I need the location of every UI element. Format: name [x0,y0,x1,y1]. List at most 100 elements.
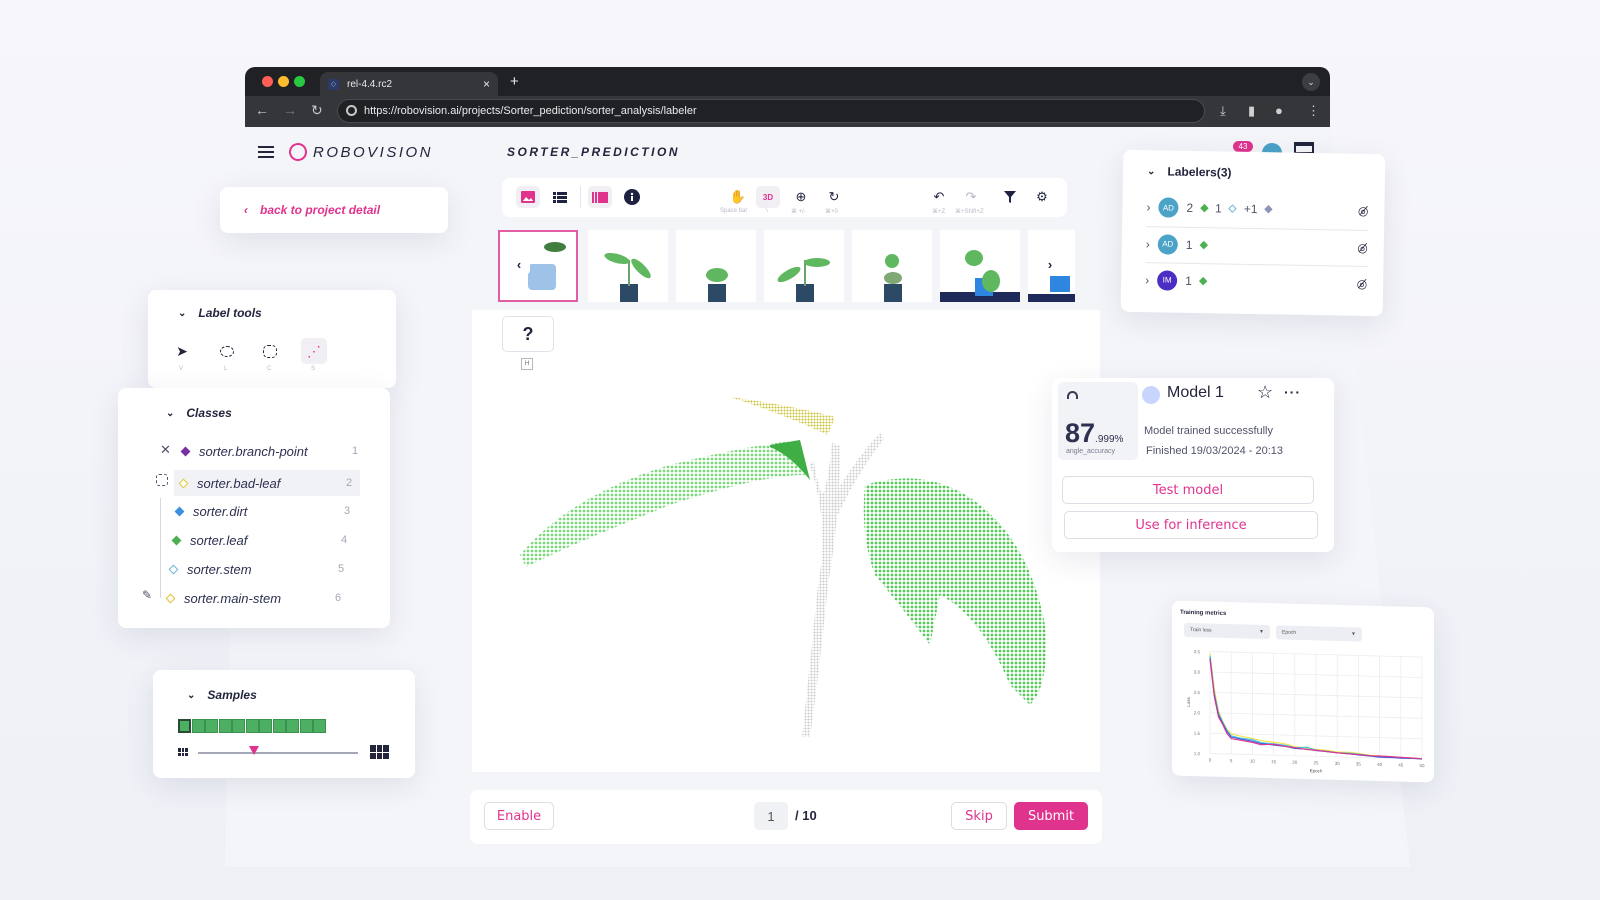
sample-cell[interactable] [245,719,259,733]
sample-cell[interactable] [272,719,286,733]
grid-small-icon[interactable] [178,748,188,756]
plant-point-cloud[interactable] [510,385,1060,745]
training-metrics-card: Training metrics Train loss ▼ Epoch ▼ 1.0 1… [1172,600,1434,783]
axis-select[interactable]: Epoch ▼ [1276,625,1362,642]
forward-arrow-icon[interactable]: → [283,102,297,118]
sample-cell[interactable] [313,719,326,733]
reload-icon[interactable]: ↻ [311,102,323,119]
rotate-3d-button[interactable]: 3D [756,186,780,208]
class-item[interactable]: sorter.dirt 3 [174,498,356,524]
close-icon[interactable]: ✕ [160,442,171,458]
sidepanel-icon[interactable]: ▮ [1248,103,1255,119]
labeler-row[interactable]: › IM 1 ◎̸ [1144,262,1368,300]
label-tools-header[interactable]: ⌄ Label tools [178,306,262,320]
select-tool[interactable]: ➤ [169,338,195,364]
labeler-row[interactable]: › AD 1 ◎̸ [1145,226,1369,265]
filter-button[interactable] [998,186,1022,208]
image-view-button[interactable] [516,186,540,208]
sample-cell[interactable] [259,719,272,733]
help-button[interactable]: ? [502,316,554,352]
grid-large-icon[interactable] [370,745,389,759]
star-icon[interactable]: ☆ [1257,382,1273,403]
sample-cell[interactable] [178,719,191,733]
page-number-input[interactable] [754,802,788,830]
cloud-select-tool[interactable] [257,338,283,364]
test-model-button[interactable]: Test model [1062,476,1314,504]
submit-button[interactable]: Submit [1014,802,1088,830]
kebab-menu-icon[interactable]: ⋮ [1307,103,1320,119]
thumbnail[interactable] [676,230,756,302]
chevron-down-icon: ⌄ [187,689,196,701]
more-options-icon[interactable]: ··· [1284,384,1301,400]
redo-button[interactable]: ↷ [959,186,983,208]
slider-thumb[interactable] [249,746,259,755]
thumbnail[interactable] [852,230,932,302]
class-item[interactable]: sorter.stem 5 [168,556,350,582]
sample-cell[interactable] [286,719,299,733]
back-arrow-icon[interactable]: ← [255,102,269,118]
thumbnails-prev-button[interactable]: ‹ [508,253,530,275]
tab-close-icon[interactable]: × [483,77,490,91]
class-item[interactable]: sorter.leaf 4 [171,527,353,553]
sample-size-slider[interactable] [198,752,358,754]
download-icon[interactable]: ⤓ [1220,103,1226,119]
class-color-icon [1228,204,1238,213]
hamburger-menu-icon[interactable] [258,146,274,158]
cloud-select-icon [263,344,277,358]
thumbnail[interactable] [764,230,844,302]
use-for-inference-button[interactable]: Use for inference [1064,511,1318,539]
class-color-icon [171,535,182,545]
browser-tab[interactable]: ◇ rel-4.4.rc2 × [320,72,498,96]
maximize-window-button[interactable] [294,76,305,87]
new-tab-button[interactable]: + [510,73,519,90]
class-color-icon [1199,203,1209,213]
spline-tool[interactable]: ⋰ [301,338,327,364]
reset-view-button[interactable]: ↻ [822,186,846,208]
skip-button[interactable]: Skip [951,802,1007,830]
undo-button[interactable]: ↶ [927,186,951,208]
gallery-view-button[interactable] [588,186,612,208]
brand-name: ROBOVISION [313,143,434,161]
eye-off-icon[interactable]: ◎̸ [1357,276,1368,290]
sample-cell[interactable] [299,719,313,733]
sample-cell[interactable] [205,719,218,733]
samples-header[interactable]: ⌄ Samples [187,688,257,702]
bad-leaf-segment [730,397,835,435]
notification-badge[interactable]: 43 [1233,141,1253,152]
labelers-panel: ⌄ Labelers(3) › AD 2 1 +1 ◎̸ › AD 1 ◎̸ ›… [1120,149,1386,317]
thumbnail[interactable] [940,230,1020,302]
labeler-row[interactable]: › AD 2 1 +1 ◎̸ [1146,190,1369,228]
metric-select[interactable]: Train loss ▼ [1184,622,1270,640]
site-info-icon[interactable] [346,105,357,116]
class-item[interactable]: sorter.main-stem 6 [165,585,347,611]
pencil-icon[interactable]: ✎ [142,588,152,602]
hand-icon: ✋ [729,189,747,204]
thumbnail[interactable] [588,230,668,302]
sample-cell[interactable] [191,719,205,733]
labelers-header[interactable]: ⌄ Labelers(3) [1147,164,1232,179]
brand-logo[interactable]: ROBOVISION [286,140,434,164]
eye-off-icon[interactable]: ◎̸ [1358,204,1369,218]
address-bar[interactable]: https://robovision.ai/projects/Sorter_pe… [337,99,1205,123]
zoom-button[interactable]: ⊕ [789,186,813,208]
back-to-project-link[interactable]: ‹ back to project detail [220,187,448,233]
sample-cell[interactable] [218,719,232,733]
list-view-button[interactable] [548,186,572,208]
info-button[interactable] [620,186,644,208]
sample-cell[interactable] [232,719,245,733]
enable-button[interactable]: Enable [484,802,554,830]
tab-search-button[interactable]: ⌄ [1302,73,1320,91]
minimize-window-button[interactable] [278,76,289,87]
close-window-button[interactable] [262,76,273,87]
profile-icon[interactable]: ● [1275,103,1283,118]
x-tick-label: 5 [1230,758,1233,763]
settings-button[interactable]: ⚙ [1030,186,1054,208]
eye-off-icon[interactable]: ◎̸ [1357,240,1368,254]
classes-header[interactable]: ⌄ Classes [166,406,232,420]
pan-button[interactable]: ✋ [726,186,750,208]
lasso-tool[interactable] [214,338,240,364]
class-item[interactable]: sorter.bad-leaf 2 [174,470,360,496]
class-label: sorter.bad-leaf [197,475,281,491]
thumbnails-next-button[interactable]: › [1039,253,1061,275]
class-item[interactable]: sorter.branch-point 1 [180,438,372,464]
